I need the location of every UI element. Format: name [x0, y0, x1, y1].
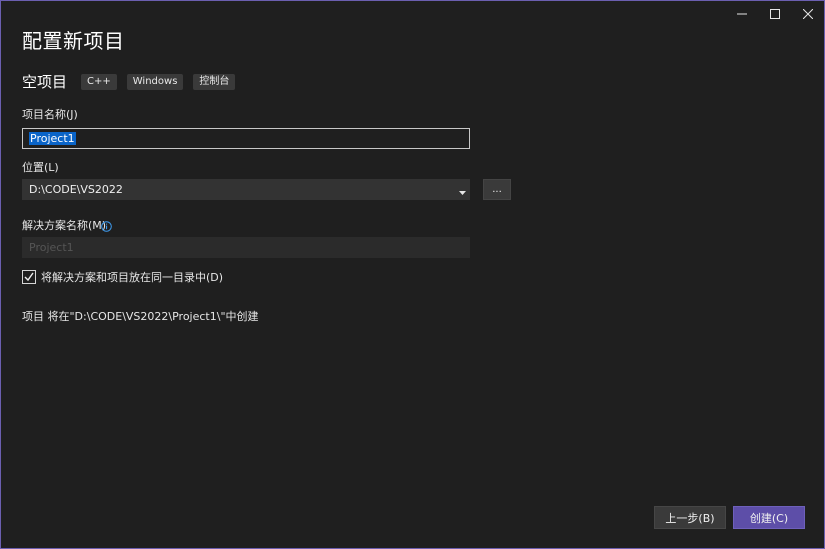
close-icon[interactable] — [791, 1, 824, 27]
browse-button[interactable]: ... — [483, 179, 511, 200]
create-button[interactable]: 创建(C) — [733, 506, 805, 529]
minimize-icon[interactable] — [725, 1, 758, 27]
tag-cpp: C++ — [81, 73, 117, 90]
creation-path-note: 项目 将在"D:\CODE\VS2022\Project1\"中创建 — [22, 310, 259, 323]
info-icon[interactable] — [101, 217, 112, 236]
project-name-value: Project1 — [29, 132, 76, 145]
chevron-down-icon — [459, 186, 466, 199]
same-directory-label: 将解决方案和项目放在同一目录中(D) — [41, 271, 224, 284]
template-name: 空项目 — [22, 73, 68, 91]
solution-name-input: Project1 — [22, 237, 470, 258]
tag-windows: Windows — [126, 73, 184, 90]
window-controls — [725, 1, 824, 27]
location-value: D:\CODE\VS2022 — [29, 183, 123, 196]
maximize-icon[interactable] — [758, 1, 791, 27]
solution-name-label: 解决方案名称(M) — [22, 219, 107, 232]
configure-project-window: 配置新项目 空项目 C++ Windows 控制台 项目名称(J) Projec… — [0, 0, 825, 549]
same-directory-option[interactable]: 将解决方案和项目放在同一目录中(D) — [22, 269, 223, 285]
same-directory-checkbox[interactable] — [22, 270, 36, 284]
template-header: 空项目 C++ Windows 控制台 — [22, 71, 245, 92]
back-button[interactable]: 上一步(B) — [654, 506, 726, 529]
solution-name-value: Project1 — [29, 241, 74, 254]
page-title: 配置新项目 — [22, 29, 125, 53]
project-name-input[interactable]: Project1 — [22, 128, 470, 149]
checkmark-icon — [24, 272, 34, 282]
project-name-label: 项目名称(J) — [22, 108, 78, 121]
location-dropdown[interactable]: D:\CODE\VS2022 — [22, 179, 470, 200]
tag-console: 控制台 — [193, 73, 236, 90]
location-label: 位置(L) — [22, 161, 59, 174]
